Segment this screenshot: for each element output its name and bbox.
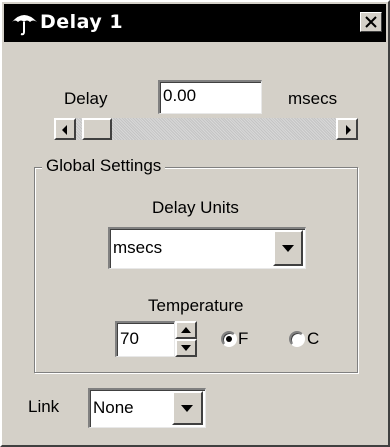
arrow-up-icon [181,327,191,333]
arrow-down-icon [181,345,191,351]
title-bar[interactable]: Delay 1 [4,4,386,42]
delay-input[interactable]: 0.00 [158,80,262,114]
link-value: None [93,398,134,417]
delay-label: Delay [64,89,108,108]
temperature-decrement-button[interactable] [175,339,197,357]
delay-units-suffix: msecs [288,89,338,108]
delay-units-value: msecs [113,238,163,257]
temperature-input[interactable]: 70 [115,321,175,357]
slider-thumb[interactable] [82,118,112,140]
arrow-left-icon [62,125,67,135]
delay-units-label: Delay Units [152,198,239,217]
link-dropdown-button[interactable] [172,391,203,425]
global-settings-title: Global Settings [42,156,166,176]
temperature-label: Temperature [148,296,244,315]
close-button[interactable] [360,12,382,32]
chevron-down-icon [181,405,193,412]
scroll-right-button[interactable] [336,118,358,140]
radio-celsius-label: C [307,329,320,348]
scroll-left-button[interactable] [54,118,76,140]
radio-selected-dot [226,336,232,342]
window-title: Delay 1 [40,11,124,33]
arrow-right-icon [346,125,351,135]
radio-celsius[interactable] [289,331,305,347]
close-icon [365,16,377,28]
umbrella-icon [10,10,40,36]
radio-fahrenheit[interactable] [221,331,237,347]
radio-fahrenheit-label: F [238,329,249,348]
delay-units-dropdown-button[interactable] [273,230,303,266]
temperature-increment-button[interactable] [175,321,197,339]
chevron-down-icon [282,245,294,252]
delay-slider[interactable] [54,118,358,140]
delay-dialog-window: Delay 1 Delay 0.00 msecs Global Settings… [0,0,390,447]
link-label: Link [28,397,60,416]
